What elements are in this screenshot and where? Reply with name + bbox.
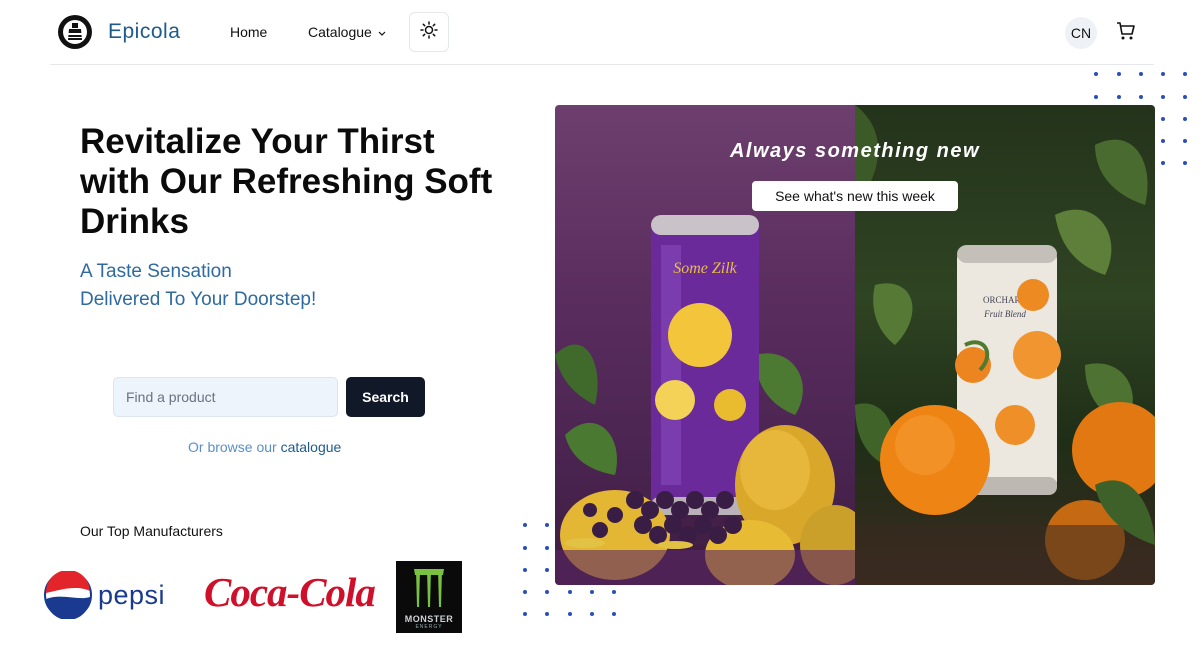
svg-text:Some Zilk: Some Zilk xyxy=(673,260,737,277)
chevron-down-icon xyxy=(378,24,386,40)
pepsi-logo[interactable]: pepsi xyxy=(44,571,165,619)
search-button[interactable]: Search xyxy=(346,377,425,417)
promo-image-right: ORCHARD Fruit Blend xyxy=(855,105,1155,585)
promo-image-left: Some Zilk xyxy=(555,105,870,585)
browse-catalogue-link[interactable]: catalogue xyxy=(281,439,342,455)
monster-wordmark: MONSTER xyxy=(404,614,454,624)
sun-icon xyxy=(420,20,438,44)
cart-icon[interactable] xyxy=(1116,21,1140,45)
promo-banner: Some Zilk ORCHARD Fruit Blend Always som… xyxy=(555,105,1155,585)
hero-subtitle-line2: Delivered To Your Doorstep! xyxy=(80,289,317,310)
coca-cola-logo[interactable]: Coca-Cola xyxy=(204,568,376,616)
logo-icon[interactable] xyxy=(58,15,92,49)
pepsi-wordmark: pepsi xyxy=(98,579,166,610)
nav-catalogue-label: Catalogue xyxy=(308,24,372,40)
browse-prefix: Or browse our xyxy=(188,439,281,455)
nav-catalogue-dropdown[interactable]: Catalogue xyxy=(308,24,386,40)
hero-subtitle: A Taste Sensation Delivered To Your Door… xyxy=(80,258,316,314)
browse-catalogue-text: Or browse our catalogue xyxy=(188,439,341,455)
language-switch-button[interactable]: CN xyxy=(1065,17,1097,49)
hero-title: Revitalize Your Thirst with Our Refreshi… xyxy=(80,122,493,241)
top-navbar: Epicola Home Catalogue CN xyxy=(50,0,1154,65)
promo-tagline: Always something new xyxy=(729,140,981,162)
monster-subtext: ENERGY xyxy=(415,624,443,630)
svg-text:Fruit Blend: Fruit Blend xyxy=(983,309,1026,319)
manufacturers-title: Our Top Manufacturers xyxy=(80,523,223,539)
pepsi-globe-icon xyxy=(44,571,92,619)
theme-toggle-button[interactable] xyxy=(409,12,449,52)
see-whats-new-button[interactable]: See what's new this week xyxy=(752,181,958,211)
brand-name[interactable]: Epicola xyxy=(108,20,180,44)
monster-claw-icon xyxy=(414,569,444,607)
nav-home-link[interactable]: Home xyxy=(230,24,267,40)
hero-subtitle-line1: A Taste Sensation xyxy=(80,261,232,282)
search-input[interactable] xyxy=(113,377,338,417)
monster-logo[interactable]: MONSTER ENERGY xyxy=(396,561,462,633)
